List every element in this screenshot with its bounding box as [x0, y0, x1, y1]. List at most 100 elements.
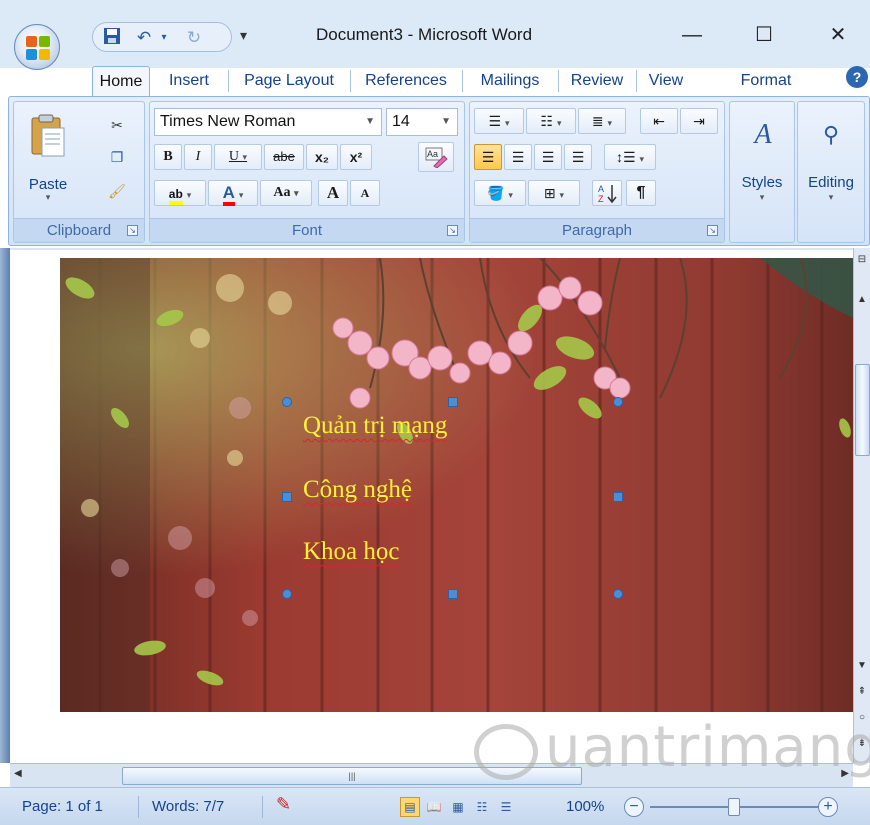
justify-icon[interactable]: ☰	[564, 144, 592, 170]
chevron-down-icon[interactable]: ▾	[508, 190, 513, 200]
tab-page-layout[interactable]: Page Layout	[232, 66, 346, 96]
vertical-scrollbar[interactable]: ⊟ ▲ ▼ ⇞ ○ ⇟	[853, 248, 870, 763]
font-group: Times New Roman ▼ 14 ▼ B I U ▾ abe x₂ x²…	[149, 101, 465, 243]
align-right-icon[interactable]: ☰	[534, 144, 562, 170]
chevron-down-icon[interactable]: ▾	[557, 118, 562, 128]
cut-icon[interactable]: ✂	[104, 112, 130, 138]
font-color-button[interactable]: A ▾	[208, 180, 258, 206]
tab-insert[interactable]: Insert	[158, 66, 220, 96]
proofing-errors-icon[interactable]: ✎	[276, 794, 291, 815]
dialog-launcher-icon[interactable]: ↘	[127, 225, 138, 236]
text-line[interactable]: Quản trị mạng	[303, 412, 447, 440]
change-case-button[interactable]: Aa ▾	[260, 180, 312, 206]
styles-group[interactable]: A Styles ▾	[729, 101, 795, 243]
word-count[interactable]: Words: 7/7	[152, 798, 224, 815]
chevron-down-icon[interactable]: ▾	[243, 152, 248, 162]
decrease-indent-icon[interactable]: ⇤	[640, 108, 678, 134]
maximize-button[interactable]: ☐	[744, 20, 784, 50]
resize-handle-top-left[interactable]	[282, 397, 292, 407]
line-spacing-button[interactable]: ↕☰ ▾	[604, 144, 656, 170]
subscript-button[interactable]: x₂	[306, 144, 338, 170]
scroll-left-arrow-icon[interactable]: ◀	[14, 768, 22, 779]
text-highlight-color-button[interactable]: ab ▾	[154, 180, 206, 206]
resize-handle-left[interactable]	[282, 492, 292, 502]
quick-access-toolbar: ↶ ▾ ↻	[92, 22, 232, 52]
zoom-out-button[interactable]: −	[624, 797, 644, 817]
increase-indent-icon[interactable]: ⇥	[680, 108, 718, 134]
chevron-down-icon[interactable]: ▼	[365, 109, 375, 135]
close-button[interactable]: ✕	[818, 20, 858, 50]
full-screen-reading-icon[interactable]: 📖	[424, 797, 444, 817]
ruler-toggle-icon[interactable]: ⊟	[854, 252, 870, 268]
editing-group[interactable]: ⚲ Editing ▾	[797, 101, 865, 243]
customize-qat-icon[interactable]: ▾	[240, 27, 247, 44]
chevron-down-icon[interactable]: ▾	[505, 118, 510, 128]
copy-icon[interactable]: ❐	[104, 144, 130, 170]
undo-dropdown-icon[interactable]: ▾	[153, 27, 175, 49]
format-painter-icon[interactable]: 🖌	[104, 178, 130, 204]
multilevel-list-button[interactable]: ≣ ▾	[578, 108, 626, 134]
numbering-button[interactable]: ☷ ▾	[526, 108, 576, 134]
dialog-launcher-icon[interactable]: ↘	[447, 225, 458, 236]
tab-view[interactable]: View	[640, 66, 692, 96]
underline-button[interactable]: U ▾	[214, 144, 262, 170]
text-box[interactable]: Quản trị mạng Công nghệ Khoa học	[282, 397, 623, 599]
grow-font-button[interactable]: A	[318, 180, 348, 206]
resize-handle-bottom-left[interactable]	[282, 589, 292, 599]
help-icon[interactable]: ?	[846, 66, 868, 88]
draft-view-icon[interactable]: ☰	[496, 797, 516, 817]
font-size-combobox[interactable]: 14 ▼	[386, 108, 458, 136]
chevron-down-icon[interactable]: ▾	[239, 190, 244, 200]
font-name-combobox[interactable]: Times New Roman ▼	[154, 108, 382, 136]
paste-button[interactable]: Paste ▾	[22, 106, 74, 202]
align-left-icon[interactable]: ☰	[474, 144, 502, 170]
save-icon[interactable]	[101, 27, 123, 49]
vertical-scroll-thumb[interactable]	[855, 364, 870, 456]
resize-handle-top-right[interactable]	[613, 397, 623, 407]
zoom-in-button[interactable]: +	[818, 797, 838, 817]
shrink-font-button[interactable]: A	[350, 180, 380, 206]
zoom-level[interactable]: 100%	[566, 798, 604, 815]
sort-icon[interactable]: AZ	[592, 180, 622, 206]
align-center-icon[interactable]: ☰	[504, 144, 532, 170]
superscript-button[interactable]: x²	[340, 144, 372, 170]
chevron-down-icon[interactable]: ▾	[560, 190, 565, 200]
dialog-launcher-icon[interactable]: ↘	[707, 225, 718, 236]
page-count[interactable]: Page: 1 of 1	[22, 798, 103, 815]
bold-button[interactable]: B	[154, 144, 182, 170]
paragraph-group-label: Paragraph	[470, 218, 724, 242]
zoom-slider-thumb[interactable]	[728, 798, 740, 816]
resize-handle-bottom-right[interactable]	[613, 589, 623, 599]
resize-handle-top[interactable]	[448, 397, 458, 407]
tab-mailings[interactable]: Mailings	[466, 66, 554, 96]
chevron-down-icon[interactable]: ▾	[639, 154, 644, 164]
text-line[interactable]: Công nghệ	[303, 476, 412, 504]
web-layout-icon[interactable]: ▦	[448, 797, 468, 817]
strikethrough-button[interactable]: abe	[264, 144, 304, 170]
chevron-down-icon[interactable]: ▼	[441, 109, 451, 135]
text-line[interactable]: Khoa học	[303, 538, 400, 566]
undo-icon[interactable]: ↶	[133, 27, 155, 49]
previous-page-icon[interactable]: ⇞	[854, 684, 870, 700]
chevron-down-icon[interactable]: ▾	[187, 190, 192, 200]
chevron-down-icon[interactable]: ▾	[608, 118, 613, 128]
outline-view-icon[interactable]: ☷	[472, 797, 492, 817]
print-layout-view-icon[interactable]: ▤	[400, 797, 420, 817]
tab-review[interactable]: Review	[562, 66, 632, 96]
chevron-down-icon[interactable]: ▾	[294, 188, 299, 198]
tab-format[interactable]: Format	[728, 66, 804, 96]
scroll-down-arrow-icon[interactable]: ▼	[854, 658, 870, 674]
resize-handle-right[interactable]	[613, 492, 623, 502]
bullets-button[interactable]: ☰ ▾	[474, 108, 524, 134]
clear-formatting-icon[interactable]: Aa	[418, 142, 454, 172]
tab-home[interactable]: Home	[92, 66, 150, 96]
minimize-button[interactable]: —	[672, 20, 712, 50]
scroll-up-arrow-icon[interactable]: ▲	[854, 292, 870, 308]
show-formatting-marks-icon[interactable]: ¶	[626, 180, 656, 206]
tab-references[interactable]: References	[354, 66, 458, 96]
shading-button[interactable]: 🪣 ▾	[474, 180, 526, 206]
italic-button[interactable]: I	[184, 144, 212, 170]
redo-icon[interactable]: ↻	[183, 27, 205, 49]
borders-button[interactable]: ⊞ ▾	[528, 180, 580, 206]
resize-handle-bottom[interactable]	[448, 589, 458, 599]
